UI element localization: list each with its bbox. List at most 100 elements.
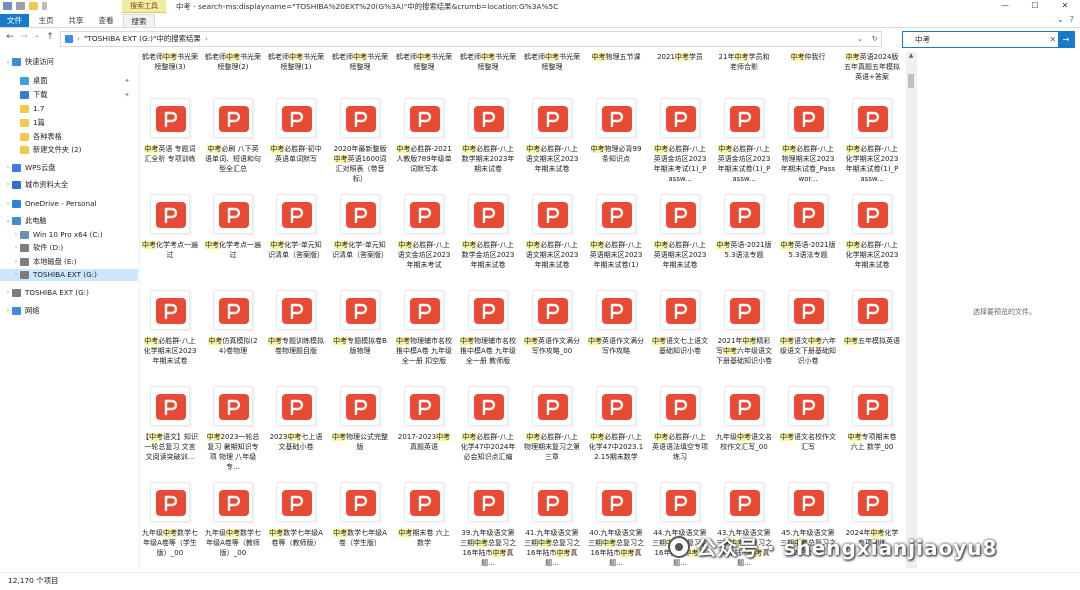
- file-item[interactable]: 鹤老师中考书光荣榜整理(3): [142, 52, 198, 86]
- file-item[interactable]: 中考化学考点一遍过: [142, 194, 198, 280]
- scroll-up-icon[interactable]: ▲: [906, 52, 916, 62]
- file-item[interactable]: 中考必胜群-八上化学47中2024年必会知识点汇编: [460, 386, 516, 472]
- address-bar[interactable]: › "TOSHIBA EXT (G:)"中的搜索结果 › ⌄ ↻: [60, 31, 882, 47]
- expand-arrow-icon[interactable]: ⌄: [4, 56, 12, 68]
- file-item[interactable]: 中考数学七年级A卷等（教师版）: [268, 482, 324, 568]
- chevron-down-icon[interactable]: [42, 2, 47, 10]
- expand-arrow-icon[interactable]: ⌄: [4, 215, 12, 227]
- file-item[interactable]: 中考必胜群-八上化学期末区2023年期末试卷: [142, 290, 198, 376]
- file-item[interactable]: 九年级中考数学七年级A卷等（教师版）_00: [205, 482, 261, 568]
- file-item[interactable]: 中考必胜群-八上数学期末2023年期末试卷: [460, 98, 516, 184]
- file-item[interactable]: 鹤老师中考书光荣榜整理(2): [205, 52, 261, 86]
- file-item[interactable]: 鹤老师中考书光荣榜整理: [332, 52, 388, 86]
- tab-view[interactable]: 查看: [93, 14, 119, 27]
- sidebar-item[interactable]: ⌄ 此电脑: [0, 215, 138, 227]
- up-arrow-icon[interactable]: ↑: [44, 32, 56, 42]
- file-item[interactable]: 41.九年级语文第三期中考总复习之16年陆市中考真题...: [524, 482, 580, 568]
- search-go-button[interactable]: →: [1058, 32, 1074, 47]
- file-item[interactable]: 中考必胜群-八上化学47中2023.12.15期末数学: [588, 386, 644, 472]
- tab-search[interactable]: 搜索: [123, 14, 155, 27]
- help-icon[interactable]: ?: [1070, 15, 1074, 24]
- tab-file[interactable]: 文件: [0, 14, 29, 27]
- sidebar-item[interactable]: › 软件 (D:): [0, 242, 138, 254]
- search-input[interactable]: 中考 ✕ →: [902, 31, 1075, 48]
- sidebar-item[interactable]: › OneDrive - Personal: [0, 198, 138, 210]
- file-item[interactable]: 中考物理必背99条知识点: [588, 98, 644, 184]
- file-item[interactable]: 2021年中考精彩写中考六年级语文下册基础知识小卷: [716, 290, 772, 376]
- file-item[interactable]: 鹤老师中考书光荣榜整理: [396, 52, 452, 86]
- tab-home[interactable]: 主页: [33, 14, 59, 27]
- file-item[interactable]: 中考专题模拟卷B版物理: [332, 290, 388, 376]
- vertical-scrollbar[interactable]: ▲: [906, 52, 916, 568]
- file-item[interactable]: 中考必胜群-八上英语期末区2023年期末试卷: [652, 194, 708, 280]
- file-item[interactable]: 2023中考七上语文基础小卷: [268, 386, 324, 472]
- file-item[interactable]: 中考必胜群-初中英语单词默写: [268, 98, 324, 184]
- breadcrumb[interactable]: "TOSHIBA EXT (G:)"中的搜索结果: [84, 32, 201, 46]
- forward-arrow-icon[interactable]: →: [18, 32, 30, 42]
- file-item[interactable]: 九年级中考语文名校作文汇写_00: [716, 386, 772, 472]
- file-item[interactable]: 中考五年模拟英语: [844, 290, 900, 376]
- search-input-value[interactable]: 中考: [915, 35, 930, 44]
- expand-arrow-icon[interactable]: ›: [4, 287, 12, 299]
- chevron-down-icon[interactable]: ⌄: [1057, 15, 1064, 24]
- file-item[interactable]: 中考化学-单元知识清单（答案版）: [332, 194, 388, 280]
- file-item[interactable]: 【中考语文】知识一轮总复习 文言文阅读突破训...: [142, 386, 198, 472]
- file-item[interactable]: 中考物理五节课: [588, 52, 644, 86]
- maximize-button[interactable]: ☐: [1020, 0, 1050, 13]
- pin-icon[interactable]: ✦: [124, 75, 130, 87]
- file-item[interactable]: 中考必胜群-八上语文期末区2023年期末试卷: [524, 194, 580, 280]
- expand-arrow-icon[interactable]: ›: [4, 179, 12, 191]
- breadcrumb-chevron[interactable]: ›: [77, 32, 80, 46]
- sidebar-item[interactable]: › 城市资料大全: [0, 179, 138, 191]
- file-item[interactable]: 中考必胜群-八上语文金坊区2023年期末考试: [396, 194, 452, 280]
- sidebar-item[interactable]: › TOSHIBA EXT (G:): [0, 287, 138, 299]
- folder-icon[interactable]: [29, 2, 38, 10]
- sidebar-item[interactable]: › Win 10 Pro x64 (C:): [0, 229, 138, 241]
- file-item[interactable]: 九年级中考数学七年级A卷等（学生版）_00: [142, 482, 198, 568]
- file-item[interactable]: 中考必胜群-八上英语期末区2023年期末试卷(1): [588, 194, 644, 280]
- file-item[interactable]: 2020年最新整版中考英语1600词汇对照表（带音标）: [332, 98, 388, 184]
- search-tools-contextual-tab[interactable]: 搜索工具: [122, 0, 166, 13]
- breadcrumb-chevron[interactable]: ›: [205, 32, 208, 46]
- file-item[interactable]: 中考期末卷 六上 数学: [396, 482, 452, 568]
- file-item[interactable]: 2017-2023中考真题英语: [396, 386, 452, 472]
- refresh-icon[interactable]: ↻: [872, 32, 878, 46]
- file-item[interactable]: 中考必胜群-八上化学期末区2023年期末试卷: [844, 194, 900, 280]
- file-item[interactable]: 中考英语2024版 五年真题五年模拟英语+答案: [844, 52, 900, 86]
- file-item[interactable]: 中考仲我行: [780, 52, 836, 86]
- file-item[interactable]: 中考必胜群-八上英语金坊区2023年期末试卷(1)_Passw...: [716, 98, 772, 184]
- file-item[interactable]: 中考化学考点一遍过: [205, 194, 261, 280]
- sidebar-item[interactable]: ⌄ 快速访问: [0, 56, 138, 68]
- sidebar-item[interactable]: 1.7: [0, 103, 138, 115]
- file-item[interactable]: 中考英语作文满分写作攻略: [588, 290, 644, 376]
- file-item[interactable]: 中考必胜群-八上数学金坊区2023年期末试卷: [460, 194, 516, 280]
- expand-arrow-icon[interactable]: ›: [4, 198, 12, 210]
- save-icon[interactable]: [3, 2, 12, 10]
- expand-arrow-icon[interactable]: ›: [4, 305, 12, 317]
- sidebar-item[interactable]: › WPS云盘: [0, 162, 138, 174]
- sidebar-item[interactable]: › 本地磁盘 (E:): [0, 256, 138, 268]
- address-dropdown-icon[interactable]: ⌄: [857, 32, 863, 46]
- file-item[interactable]: 中考英语-2021版5.3语法专题: [780, 194, 836, 280]
- minimize-button[interactable]: —: [990, 0, 1020, 13]
- expand-arrow-icon[interactable]: ›: [12, 269, 20, 281]
- sidebar-item[interactable]: 下载 ✦: [0, 89, 138, 101]
- file-item[interactable]: 中考仿真模拟(24)卷物理: [205, 290, 261, 376]
- file-item[interactable]: 39.九年级语文第三期中考总复习之16年陆市中考真题...: [460, 482, 516, 568]
- sidebar-item[interactable]: 各种表格: [0, 131, 138, 143]
- expand-arrow-icon[interactable]: ›: [12, 256, 20, 268]
- expand-arrow-icon[interactable]: ›: [4, 162, 12, 174]
- recent-locations-icon[interactable]: ⌄: [31, 32, 43, 39]
- file-item[interactable]: 中考化学-单元知识清单（答案版）: [268, 194, 324, 280]
- close-button[interactable]: ✕: [1050, 0, 1080, 13]
- file-item[interactable]: 中考必胜群-八上英语金坊区2023年期末考试(1)_Passw...: [652, 98, 708, 184]
- sidebar-item[interactable]: 1篇: [0, 117, 138, 129]
- expand-arrow-icon[interactable]: ›: [12, 242, 20, 254]
- file-item[interactable]: 中考专题训练模拟卷物理题目版: [268, 290, 324, 376]
- file-item[interactable]: 2021中考学员: [652, 52, 708, 86]
- back-arrow-icon[interactable]: ←: [4, 32, 16, 42]
- file-item[interactable]: 中考专项期末卷 六上 数学_00: [844, 386, 900, 472]
- file-item[interactable]: 中考必胜群-八上化学期末区2023年期末试卷(1)_Passw...: [844, 98, 900, 184]
- file-item[interactable]: 中考必胜群-2021人教版789年级单词默写本: [396, 98, 452, 184]
- file-item[interactable]: 中考语文七上语文基础知识小卷: [652, 290, 708, 376]
